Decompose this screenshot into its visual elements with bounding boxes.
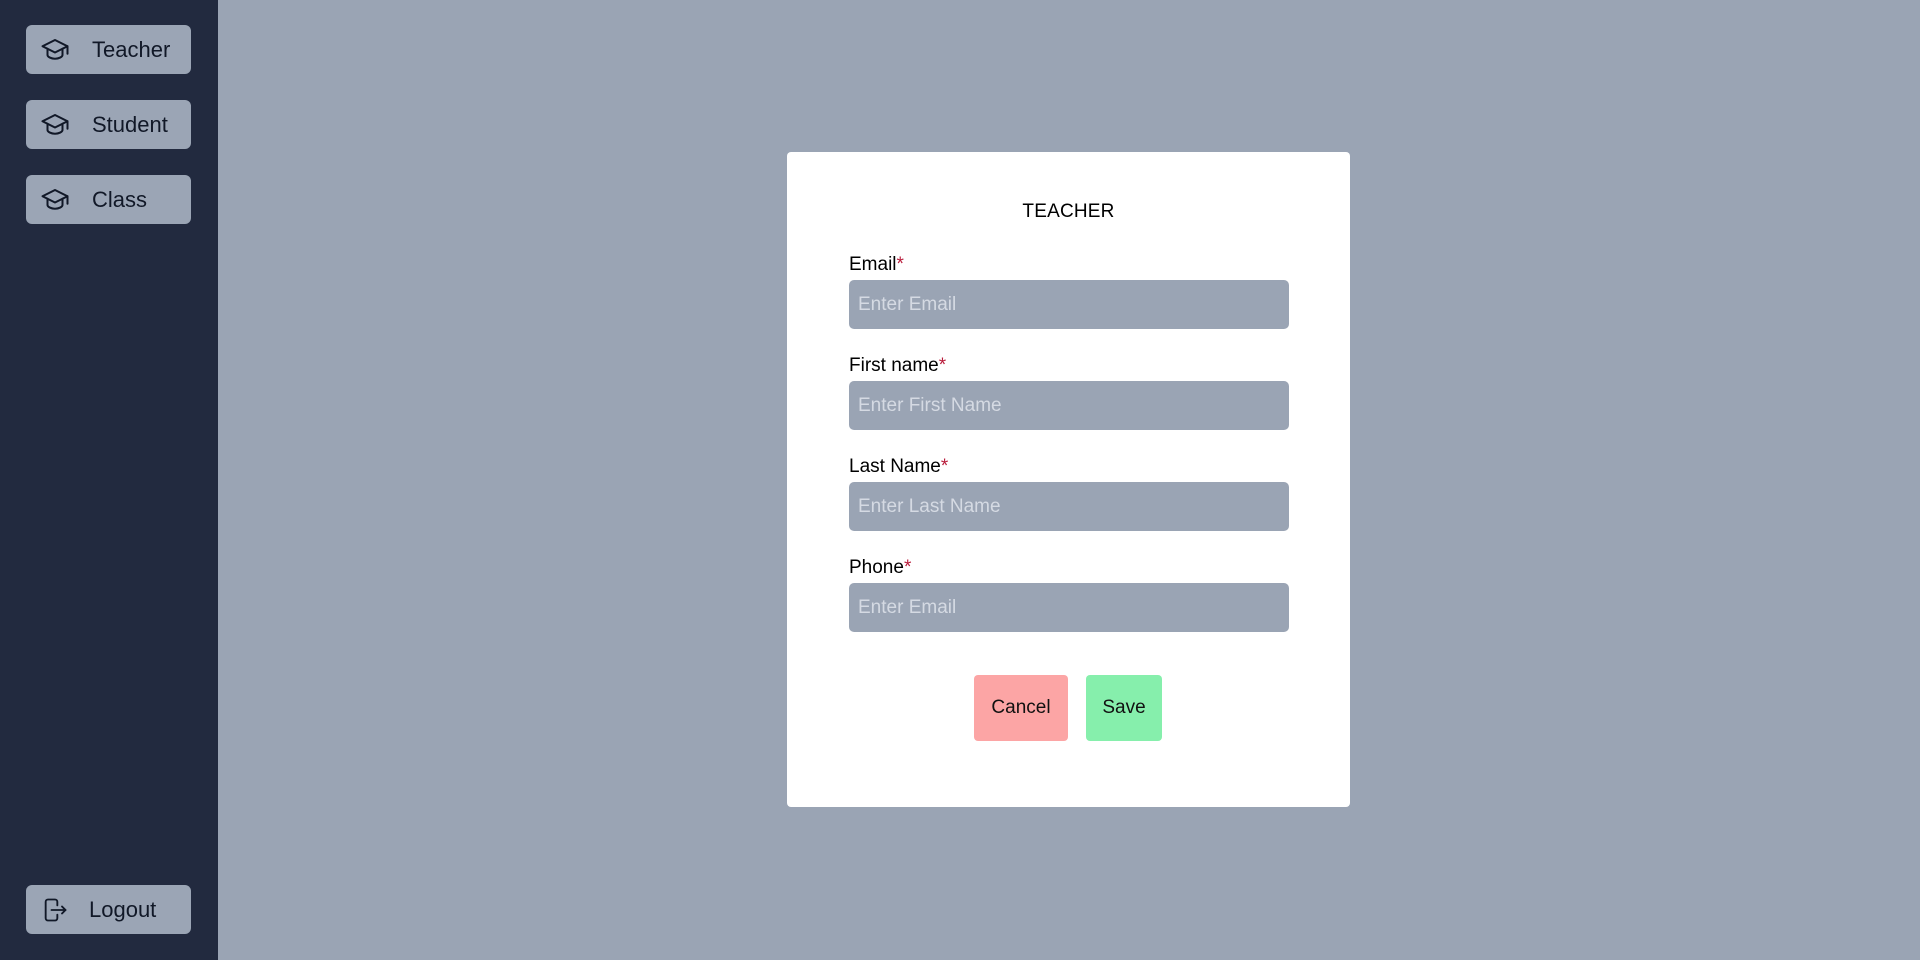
phone-field-group: Phone*: [849, 555, 1289, 632]
sidebar-item-label: Teacher: [92, 36, 171, 62]
sidebar-item-student[interactable]: Student: [26, 100, 191, 149]
main-content: TEACHER Email* First name* Last Name* Ph…: [218, 0, 1920, 960]
sidebar: Teacher Student Class Logout: [0, 0, 218, 960]
app-shell: Teacher Student Class Logout TEACHER Ema…: [0, 0, 1920, 960]
email-label: Email*: [849, 252, 1289, 278]
logout-label: Logout: [89, 896, 157, 922]
sidebar-item-label: Class: [92, 186, 148, 212]
required-mark: *: [903, 557, 912, 578]
first-name-label-text: First name: [849, 355, 939, 376]
graduation-cap-icon: [40, 185, 70, 215]
save-button[interactable]: Save: [1086, 675, 1162, 741]
email-field-group: Email*: [849, 252, 1289, 329]
last-name-label-text: Last Name: [849, 456, 941, 477]
logout-button[interactable]: Logout: [26, 885, 191, 934]
logout-icon: [40, 895, 70, 925]
last-name-field-group: Last Name*: [849, 454, 1289, 531]
sidebar-item-teacher[interactable]: Teacher: [26, 25, 191, 74]
required-mark: *: [938, 355, 947, 376]
first-name-input[interactable]: [849, 381, 1289, 430]
sidebar-item-class[interactable]: Class: [26, 175, 191, 224]
first-name-field-group: First name*: [849, 353, 1289, 430]
phone-input[interactable]: [849, 583, 1289, 632]
last-name-input[interactable]: [849, 482, 1289, 531]
phone-label-text: Phone: [849, 557, 904, 578]
email-label-text: Email: [849, 254, 897, 275]
phone-label: Phone*: [849, 555, 1289, 581]
last-name-label: Last Name*: [849, 454, 1289, 480]
first-name-label: First name*: [849, 353, 1289, 379]
graduation-cap-icon: [40, 35, 70, 65]
required-mark: *: [940, 456, 949, 477]
modal-title: TEACHER: [1022, 201, 1115, 222]
sidebar-item-label: Student: [92, 111, 168, 137]
graduation-cap-icon: [40, 110, 70, 140]
required-mark: *: [896, 254, 904, 275]
teacher-form-modal: TEACHER Email* First name* Last Name* Ph…: [787, 152, 1350, 807]
cancel-button[interactable]: Cancel: [974, 675, 1068, 741]
email-input[interactable]: [849, 280, 1289, 329]
